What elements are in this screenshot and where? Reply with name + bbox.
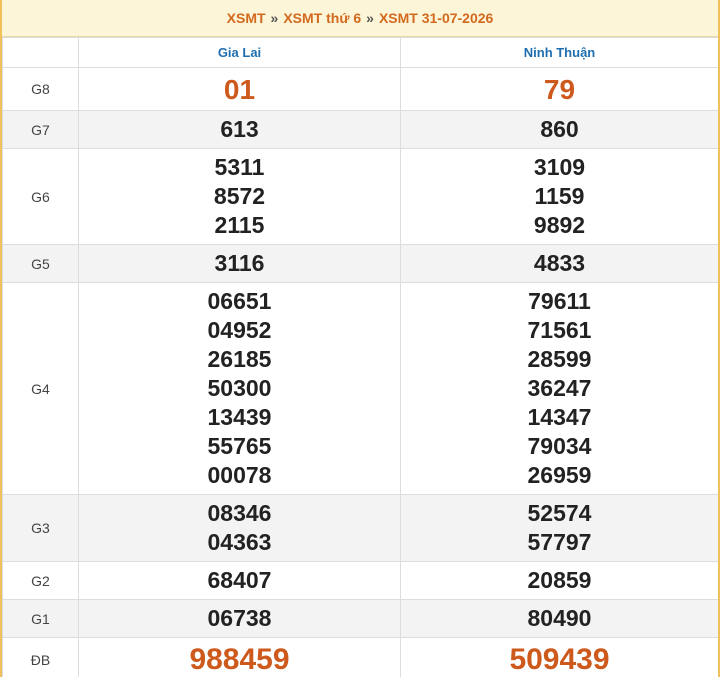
prize-cell: 3109 1159 9892 bbox=[400, 148, 718, 245]
prize-number: 55765 bbox=[207, 433, 272, 459]
prize-label: G6 bbox=[2, 148, 79, 245]
prize-cell: 3116 bbox=[78, 244, 401, 283]
prize-number: 5311 bbox=[214, 154, 265, 180]
prize-number: 26959 bbox=[527, 462, 592, 488]
province-header-ninh-thuan[interactable]: Ninh Thuận bbox=[400, 37, 718, 68]
results-table: Gia Lai Ninh Thuận G8 01 79 G7 613 860 G… bbox=[2, 37, 718, 677]
prize-label: ĐB bbox=[2, 637, 79, 677]
prize-cell: 79611 71561 28599 36247 14347 79034 2695… bbox=[400, 282, 718, 495]
prize-label: G5 bbox=[2, 244, 79, 283]
prize-row-g5: G5 3116 4833 bbox=[2, 244, 718, 283]
breadcrumb: XSMT » XSMT thứ 6 » XSMT 31-07-2026 bbox=[2, 0, 718, 37]
prize-row-g8: G8 01 79 bbox=[2, 67, 718, 111]
results-panel: XSMT » XSMT thứ 6 » XSMT 31-07-2026 Gia … bbox=[0, 0, 720, 677]
prize-number: 80490 bbox=[527, 605, 592, 631]
prize-number: 00078 bbox=[207, 462, 272, 488]
prize-cell: 52574 57797 bbox=[400, 494, 718, 562]
prize-cell: 988459 bbox=[78, 637, 401, 677]
prize-label: G4 bbox=[2, 282, 79, 495]
breadcrumb-separator: » bbox=[366, 10, 374, 26]
prize-number: 50300 bbox=[207, 375, 272, 401]
prize-cell: 509439 bbox=[400, 637, 718, 677]
prize-cell: 20859 bbox=[400, 561, 718, 600]
prize-row-g1: G1 06738 80490 bbox=[2, 599, 718, 638]
prize-label: G7 bbox=[2, 110, 79, 149]
prize-number: 4833 bbox=[533, 250, 586, 276]
prize-number: 13439 bbox=[207, 404, 272, 430]
prize-cell: 01 bbox=[78, 67, 401, 111]
prize-number: 57797 bbox=[527, 529, 592, 555]
province-header-gia-lai[interactable]: Gia Lai bbox=[78, 37, 401, 68]
prize-label: G1 bbox=[2, 599, 79, 638]
prize-number: 9892 bbox=[533, 212, 586, 238]
prize-number: 28599 bbox=[527, 346, 592, 372]
breadcrumb-separator: » bbox=[270, 10, 279, 26]
prize-cell: 68407 bbox=[78, 561, 401, 600]
prize-row-g6: G6 5311 8572 2115 3109 1159 9892 bbox=[2, 148, 718, 245]
prize-cell: 79 bbox=[400, 67, 718, 111]
prize-number: 71561 bbox=[527, 317, 592, 343]
prize-cell: 613 bbox=[78, 110, 401, 149]
prize-number: 14347 bbox=[527, 404, 592, 430]
prize-cell: 06738 bbox=[78, 599, 401, 638]
prize-number: 79 bbox=[543, 73, 576, 105]
prize-cell: 5311 8572 2115 bbox=[78, 148, 401, 245]
prize-number: 04363 bbox=[207, 529, 272, 555]
prize-number: 04952 bbox=[207, 317, 272, 343]
breadcrumb-link-xsmt-friday[interactable]: XSMT thứ 6 bbox=[283, 10, 361, 26]
prize-number: 1159 bbox=[534, 183, 585, 209]
prize-number: 26185 bbox=[207, 346, 272, 372]
prize-label: G2 bbox=[2, 561, 79, 600]
prize-number: 06651 bbox=[207, 288, 272, 314]
prize-number: 36247 bbox=[527, 375, 592, 401]
prize-number: 20859 bbox=[527, 567, 592, 593]
prize-number: 01 bbox=[223, 73, 256, 105]
prize-row-g3: G3 08346 04363 52574 57797 bbox=[2, 494, 718, 562]
prize-number: 3116 bbox=[214, 250, 265, 276]
prize-number: 06738 bbox=[207, 605, 272, 631]
prize-number: 79034 bbox=[527, 433, 592, 459]
table-header-row: Gia Lai Ninh Thuận bbox=[2, 37, 718, 68]
prize-number: 3109 bbox=[533, 154, 586, 180]
prize-cell: 08346 04363 bbox=[78, 494, 401, 562]
prize-row-g2: G2 68407 20859 bbox=[2, 561, 718, 600]
prize-number: 79611 bbox=[528, 288, 591, 314]
prize-cell: 06651 04952 26185 50300 13439 55765 0007… bbox=[78, 282, 401, 495]
prize-number: 68407 bbox=[207, 567, 272, 593]
prize-row-g7: G7 613 860 bbox=[2, 110, 718, 149]
special-prize-number: 988459 bbox=[189, 643, 290, 676]
prize-number: 2115 bbox=[214, 212, 265, 238]
prize-label: G8 bbox=[2, 67, 79, 111]
prize-label: G3 bbox=[2, 494, 79, 562]
prize-cell: 4833 bbox=[400, 244, 718, 283]
breadcrumb-link-xsmt[interactable]: XSMT bbox=[227, 10, 266, 26]
prize-cell: 80490 bbox=[400, 599, 718, 638]
prize-row-special: ĐB 988459 509439 bbox=[2, 637, 718, 677]
prize-number: 08346 bbox=[207, 500, 272, 526]
prize-row-g4: G4 06651 04952 26185 50300 13439 55765 0… bbox=[2, 282, 718, 495]
prize-number: 613 bbox=[220, 116, 259, 142]
prize-number: 52574 bbox=[527, 500, 592, 526]
breadcrumb-link-xsmt-date[interactable]: XSMT 31-07-2026 bbox=[379, 10, 493, 26]
special-prize-number: 509439 bbox=[509, 643, 610, 676]
prize-column-header bbox=[2, 37, 79, 68]
prize-number: 8572 bbox=[213, 183, 266, 209]
prize-cell: 860 bbox=[400, 110, 718, 149]
prize-number: 860 bbox=[540, 116, 579, 142]
